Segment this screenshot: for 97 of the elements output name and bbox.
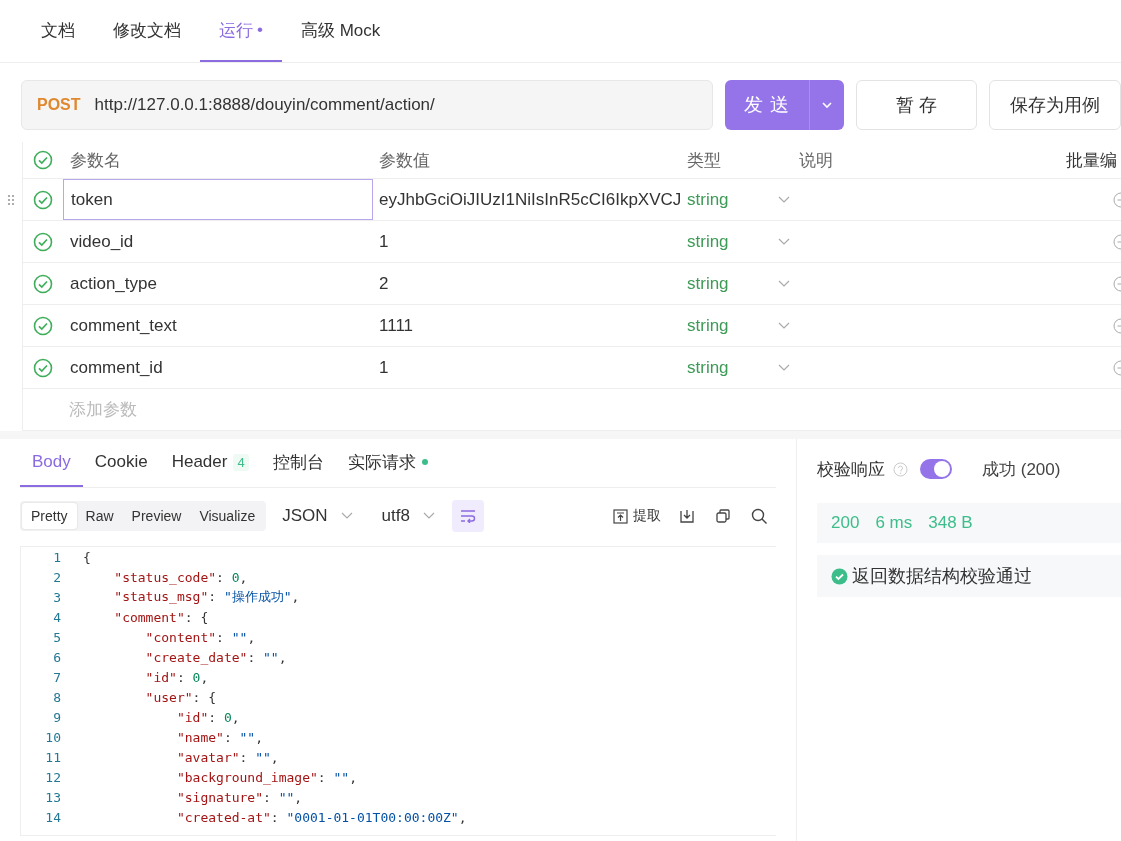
code-line: "user": { bbox=[144, 689, 217, 705]
status-code: 200 bbox=[831, 513, 860, 533]
line-number: 6 bbox=[52, 649, 61, 665]
chevron-down-icon[interactable] bbox=[777, 320, 791, 331]
param-type[interactable]: string bbox=[687, 357, 777, 378]
check-circle-icon[interactable] bbox=[33, 150, 53, 170]
response-tab[interactable]: 控制台 bbox=[260, 439, 336, 487]
check-circle-icon[interactable] bbox=[33, 357, 53, 378]
response-tab[interactable]: 实际请求 bbox=[335, 439, 440, 487]
line-number: 14 bbox=[44, 809, 61, 825]
code-line: "signature": "", bbox=[175, 789, 303, 805]
chevron-down-icon[interactable] bbox=[777, 278, 791, 289]
chevron-down-icon[interactable] bbox=[777, 194, 791, 205]
code-line: "name": "", bbox=[175, 729, 264, 745]
line-number: 10 bbox=[44, 729, 61, 745]
column-header: 说明 bbox=[799, 150, 833, 170]
code-line: "status_code": 0, bbox=[113, 569, 248, 585]
chevron-down-icon[interactable] bbox=[777, 362, 791, 373]
response-time: 6 ms bbox=[875, 513, 913, 533]
tab[interactable]: 运行 • bbox=[200, 0, 282, 62]
response-tab[interactable]: Header 4 bbox=[159, 439, 261, 487]
param-value-field[interactable]: eyJhbGciOiJIUzI1NiIsInR5cCI6IkpXVCJ bbox=[373, 189, 687, 210]
drag-handle-icon[interactable] bbox=[7, 193, 15, 206]
line-number: 4 bbox=[52, 609, 61, 625]
result-text: 成功 (200) bbox=[982, 458, 1061, 481]
caret-icon[interactable] bbox=[821, 101, 834, 109]
help-icon[interactable] bbox=[893, 461, 908, 477]
tab[interactable]: 文档 bbox=[22, 0, 94, 62]
extract-button[interactable]: 提取 bbox=[607, 507, 667, 525]
upload-box-icon[interactable] bbox=[613, 508, 628, 524]
param-value-field[interactable]: 2 bbox=[373, 273, 687, 294]
send-button[interactable]: 发 送 bbox=[725, 80, 845, 130]
param-value-field[interactable]: 1 bbox=[373, 357, 687, 378]
check-circle-icon[interactable] bbox=[33, 315, 53, 336]
view-mode-tab[interactable]: Preview bbox=[122, 503, 191, 529]
code-line: "id": 0, bbox=[175, 709, 240, 725]
code-line: "comment": { bbox=[113, 609, 209, 625]
code-line: { bbox=[82, 549, 91, 565]
code-line: "id": 0, bbox=[144, 669, 209, 685]
column-header: 参数值 bbox=[379, 150, 430, 170]
encoding-dropdown[interactable]: utf8 bbox=[369, 506, 448, 526]
modified-dot: • bbox=[257, 20, 263, 40]
check-circle-icon[interactable] bbox=[33, 231, 53, 252]
line-number: 1 bbox=[52, 549, 61, 565]
format-dropdown[interactable]: JSON bbox=[270, 506, 366, 526]
line-number: 2 bbox=[52, 569, 61, 585]
line-number: 5 bbox=[52, 629, 61, 645]
param-name-field[interactable]: video_id bbox=[63, 221, 373, 262]
validate-label: 校验响应 bbox=[817, 458, 885, 481]
wrap-icon[interactable] bbox=[458, 509, 477, 523]
line-number: 8 bbox=[52, 689, 61, 705]
view-mode-tab[interactable]: Visualize bbox=[190, 503, 265, 529]
param-type[interactable]: string bbox=[687, 189, 777, 210]
toggle-switch[interactable] bbox=[920, 459, 952, 479]
line-number: 9 bbox=[52, 709, 61, 725]
param-value-field[interactable]: 1 bbox=[373, 231, 687, 252]
chevron-down-icon[interactable] bbox=[421, 511, 436, 521]
code-line: "create_date": "", bbox=[144, 649, 287, 665]
code-line: "status_msg": "操作成功", bbox=[113, 588, 300, 606]
url-text: http://127.0.0.1:8888/douyin/comment/action/ bbox=[94, 95, 435, 115]
code-line: "content": "", bbox=[144, 629, 256, 645]
line-number: 12 bbox=[44, 769, 61, 785]
response-tab[interactable]: Cookie bbox=[82, 439, 160, 487]
column-header: 参数名 bbox=[70, 149, 121, 172]
line-number: 3 bbox=[52, 589, 61, 605]
save-draft-button[interactable]: 暂 存 bbox=[856, 80, 977, 130]
code-line: "background_image": "", bbox=[175, 769, 357, 785]
param-type[interactable]: string bbox=[687, 315, 777, 336]
save-as-case-button[interactable]: 保存为用例 bbox=[989, 80, 1121, 130]
param-name-field[interactable]: comment_text bbox=[63, 305, 373, 346]
param-type[interactable]: string bbox=[687, 273, 777, 294]
code-line: "created-at": "0001-01-01T00:00:00Z", bbox=[175, 809, 467, 825]
response-size: 348 B bbox=[928, 513, 973, 533]
param-name-field[interactable]: token bbox=[63, 179, 373, 220]
param-name-field[interactable]: action_type bbox=[63, 263, 373, 304]
tab[interactable]: 高级 Mock bbox=[281, 0, 400, 62]
tab[interactable]: 修改文档 bbox=[94, 0, 200, 62]
check-circle-icon[interactable] bbox=[33, 189, 53, 210]
param-value-field[interactable]: 1111 bbox=[373, 315, 687, 336]
line-number: 13 bbox=[44, 789, 61, 805]
view-mode-tab[interactable]: Raw bbox=[76, 503, 123, 529]
chevron-down-icon[interactable] bbox=[339, 511, 354, 521]
check-circle-icon[interactable] bbox=[33, 273, 53, 294]
chevron-down-icon[interactable] bbox=[777, 236, 791, 247]
response-tab[interactable]: Body bbox=[20, 439, 83, 487]
bulk-edit-link[interactable]: 批量编 bbox=[1066, 148, 1117, 172]
line-number: 11 bbox=[44, 749, 61, 765]
param-name-field[interactable]: comment_id bbox=[63, 347, 373, 388]
validation-message: 返回数据结构校验通过 bbox=[852, 565, 1032, 588]
column-header: 类型 bbox=[687, 150, 721, 170]
word-wrap-button[interactable] bbox=[451, 500, 484, 532]
line-number: 7 bbox=[52, 669, 61, 685]
url-field[interactable]: POST http://127.0.0.1:8888/douyin/comment/action/ bbox=[21, 80, 713, 130]
code-line: "avatar": "", bbox=[175, 749, 279, 765]
count-badge: 4 bbox=[233, 453, 249, 471]
view-mode-tab[interactable]: Pretty bbox=[22, 503, 77, 529]
param-type[interactable]: string bbox=[687, 231, 777, 252]
